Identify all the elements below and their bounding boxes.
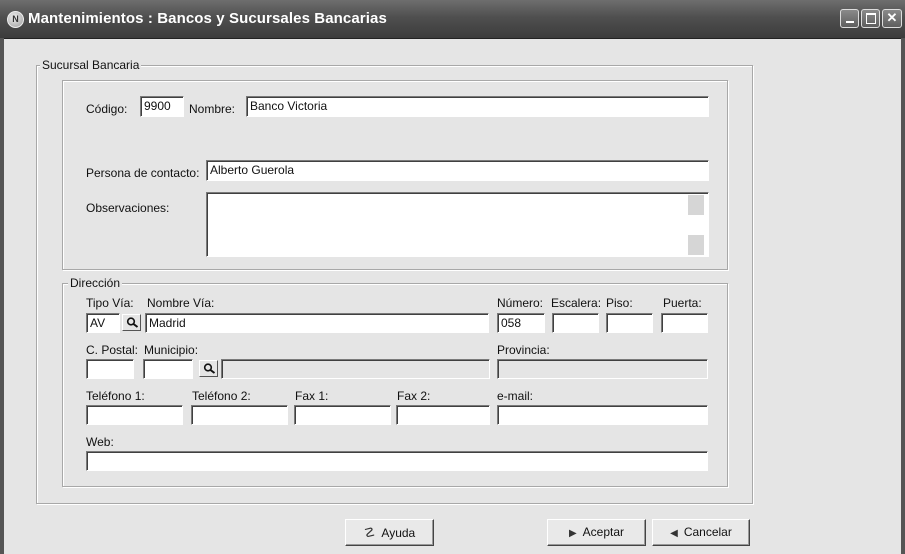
- email-label: e-mail:: [497, 389, 534, 403]
- fax2-label: Fax 2:: [397, 389, 431, 403]
- maximize-icon: [865, 13, 876, 24]
- numero-field[interactable]: 058: [497, 313, 545, 333]
- fax1-field[interactable]: [294, 405, 391, 425]
- observaciones-label: Observaciones:: [86, 201, 170, 215]
- window-title: Mantenimientos : Bancos y Sucursales Ban…: [28, 10, 387, 27]
- nombre-field[interactable]: Banco Victoria: [246, 96, 709, 117]
- magnifier-icon: [203, 363, 216, 374]
- email-field[interactable]: [497, 405, 708, 425]
- fax1-label: Fax 1:: [295, 389, 329, 403]
- observaciones-scroll-up[interactable]: [688, 195, 704, 215]
- cancelar-button-label: Cancelar: [683, 525, 732, 539]
- minimize-button[interactable]: [840, 9, 859, 28]
- help-icon: ☡: [363, 525, 376, 540]
- ayuda-button-label: Ayuda: [381, 526, 416, 540]
- piso-field[interactable]: [606, 313, 653, 333]
- cpostal-label: C. Postal:: [86, 343, 139, 357]
- cancelar-button[interactable]: ◀ Cancelar: [652, 519, 750, 546]
- aceptar-button-label: Aceptar: [582, 525, 625, 539]
- web-label: Web:: [86, 435, 114, 449]
- contacto-label: Persona de contacto:: [86, 166, 200, 180]
- tipo-via-lookup-button[interactable]: [122, 314, 141, 331]
- municipio-code-field[interactable]: [143, 359, 193, 379]
- nombre-label: Nombre:: [189, 102, 236, 116]
- fax2-field[interactable]: [396, 405, 490, 425]
- minimize-icon: [845, 21, 854, 23]
- codigo-label: Código:: [86, 102, 128, 116]
- close-button[interactable]: ✕: [882, 9, 902, 28]
- play-arrow-icon: ▶: [568, 528, 577, 539]
- direccion-legend: Dirección: [68, 276, 123, 290]
- provincia-label: Provincia:: [497, 343, 550, 357]
- aceptar-button[interactable]: ▶ Aceptar: [547, 519, 646, 546]
- nombre-via-label: Nombre Vía:: [147, 296, 215, 310]
- back-arrow-icon: ◀: [670, 528, 678, 539]
- escalera-label: Escalera:: [551, 296, 602, 310]
- window-frame-right: [901, 38, 905, 554]
- puerta-label: Puerta:: [663, 296, 702, 310]
- codigo-field[interactable]: 9900: [140, 96, 184, 117]
- numero-label: Número:: [497, 296, 544, 310]
- title-bar: N Mantenimientos : Bancos y Sucursales B…: [0, 0, 905, 39]
- telefono1-label: Teléfono 1:: [86, 389, 145, 403]
- magnifier-icon: [126, 317, 139, 328]
- municipio-name-field: [221, 359, 490, 379]
- nombre-via-field[interactable]: Madrid: [145, 313, 489, 333]
- telefono2-field[interactable]: [191, 405, 288, 425]
- window-frame-left: [0, 38, 4, 554]
- piso-label: Piso:: [606, 296, 633, 310]
- tipo-via-label: Tipo Vía:: [86, 296, 134, 310]
- municipio-label: Municipio:: [144, 343, 199, 357]
- ayuda-button[interactable]: ☡ Ayuda: [345, 519, 434, 546]
- observaciones-textarea[interactable]: [206, 192, 709, 257]
- tipo-via-field[interactable]: AV: [86, 313, 120, 333]
- contacto-field[interactable]: Alberto Guerola: [206, 160, 709, 181]
- observaciones-scroll-down[interactable]: [688, 235, 704, 255]
- app-logo-icon: N: [7, 11, 24, 28]
- provincia-field: [497, 359, 708, 379]
- escalera-field[interactable]: [552, 313, 599, 333]
- web-field[interactable]: [86, 451, 708, 471]
- sucursal-legend: Sucursal Bancaria: [40, 58, 142, 72]
- maximize-button[interactable]: [861, 9, 880, 28]
- close-icon: ✕: [886, 10, 898, 25]
- puerta-field[interactable]: [661, 313, 708, 333]
- telefono2-label: Teléfono 2:: [192, 389, 251, 403]
- municipio-lookup-button[interactable]: [199, 360, 218, 377]
- telefono1-field[interactable]: [86, 405, 183, 425]
- cpostal-field[interactable]: [86, 359, 134, 379]
